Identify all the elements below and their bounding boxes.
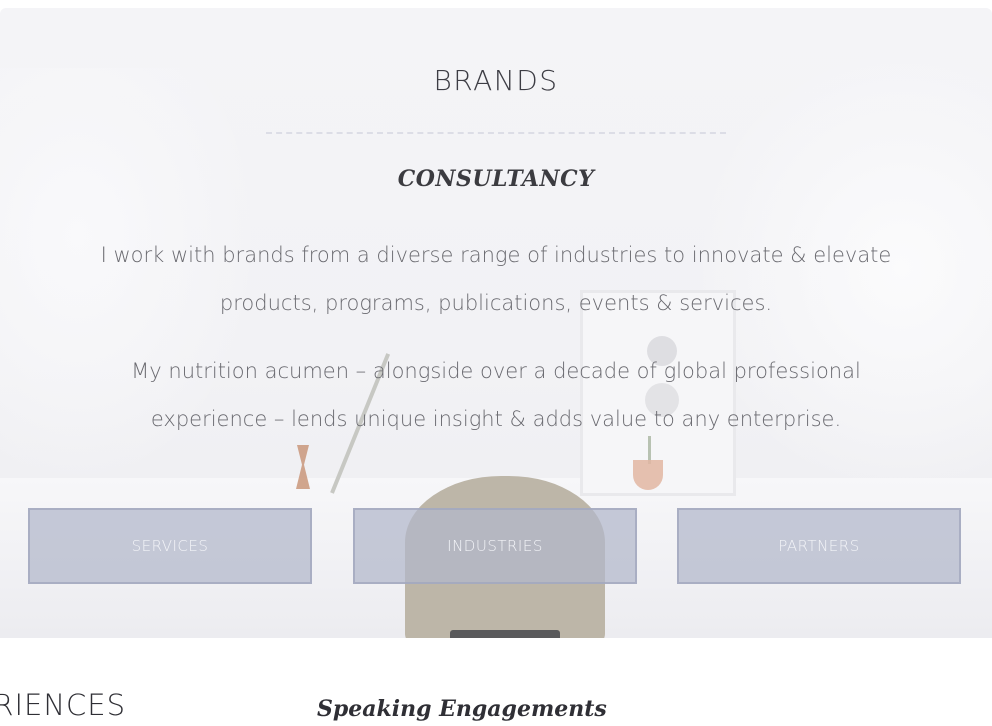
background-chair-base bbox=[450, 630, 560, 638]
industries-button-label: INDUSTRIES bbox=[447, 537, 543, 555]
section-title: BRANDS bbox=[433, 64, 559, 97]
brands-section: BRANDS CONSULTANCY I work with brands fr… bbox=[0, 8, 992, 638]
background-plant-pot bbox=[633, 460, 663, 490]
speaking-engagements-heading: Speaking Engagements bbox=[317, 696, 607, 722]
industries-button[interactable]: INDUSTRIES bbox=[353, 508, 637, 584]
partners-button[interactable]: PARTNERS bbox=[677, 508, 961, 584]
experience-paragraph: My nutrition acumen – alongside over a d… bbox=[131, 359, 861, 431]
experiences-heading: ERIENCES bbox=[0, 688, 127, 722]
dashed-divider bbox=[266, 132, 726, 134]
section-subtitle: CONSULTANCY bbox=[397, 166, 595, 192]
services-button-label: SERVICES bbox=[131, 537, 209, 555]
intro-paragraph: I work with brands from a diverse range … bbox=[100, 243, 892, 315]
services-button[interactable]: SERVICES bbox=[28, 508, 312, 584]
page: BRANDS CONSULTANCY I work with brands fr… bbox=[0, 0, 992, 726]
partners-button-label: PARTNERS bbox=[778, 537, 860, 555]
